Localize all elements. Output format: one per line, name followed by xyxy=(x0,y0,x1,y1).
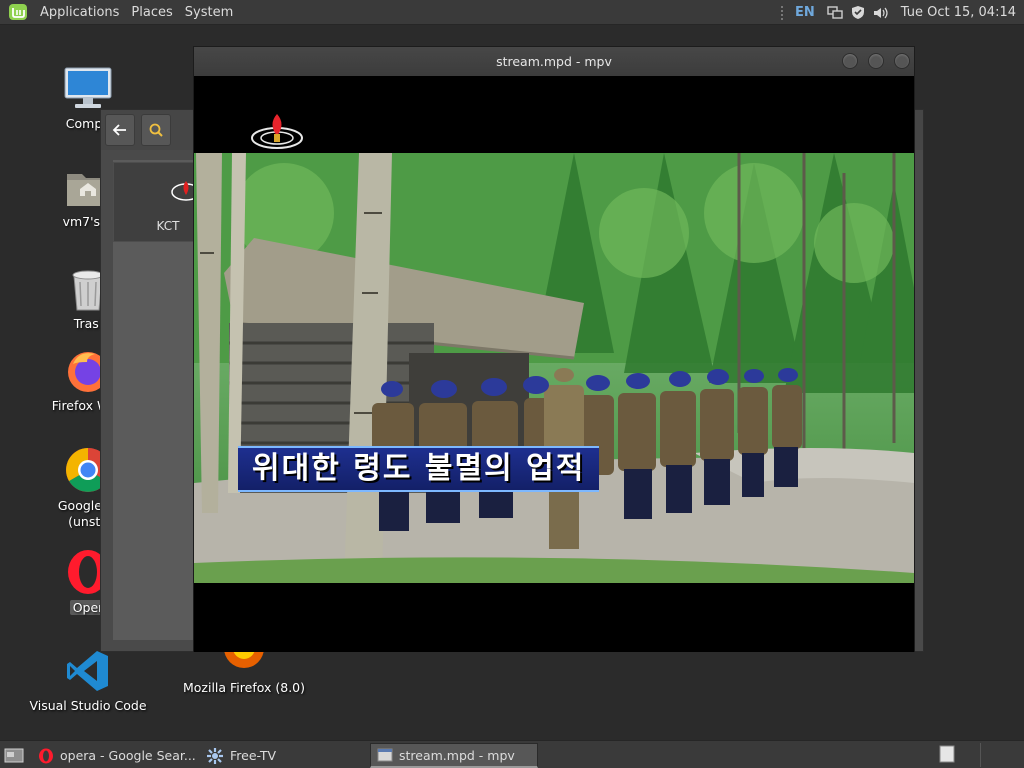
mpv-window-icon xyxy=(377,748,393,762)
linux-mint-menu-icon[interactable] xyxy=(8,3,28,21)
vscode-icon xyxy=(67,651,108,691)
clock[interactable]: Tue Oct 15, 04:14 xyxy=(901,5,1016,20)
tray-separator xyxy=(781,5,785,20)
back-button[interactable] xyxy=(105,114,135,146)
video-area[interactable]: 위대한 령도 불멸의 업적 xyxy=(194,76,914,652)
video-frame xyxy=(194,153,914,583)
bottom-taskbar: opera - Google Sear... Free-TV stream.mp… xyxy=(0,740,1024,768)
taskbar-item-mpv[interactable]: stream.mpd - mpv xyxy=(370,743,538,768)
window-controls xyxy=(832,53,910,69)
taskbar-item-opera[interactable]: opera - Google Sear... xyxy=(32,743,197,768)
top-panel: Applications Places System EN Tue Oct 15… xyxy=(0,0,1024,25)
free-tv-icon xyxy=(207,747,223,764)
workspace-switcher-icon[interactable] xyxy=(938,744,958,764)
channel-tile[interactable]: KCT xyxy=(113,162,203,242)
shield-icon[interactable] xyxy=(851,5,865,20)
channel-tile-label: KCT xyxy=(156,219,180,233)
opera-icon xyxy=(39,748,53,763)
network-icon[interactable] xyxy=(827,5,843,20)
workspace-slot[interactable] xyxy=(980,743,1020,767)
keyboard-layout-indicator[interactable]: EN xyxy=(795,5,815,20)
maximize-button[interactable] xyxy=(868,53,884,69)
volume-icon[interactable] xyxy=(873,6,889,20)
minimize-button[interactable] xyxy=(842,53,858,69)
taskbar-item-free-tv[interactable]: Free-TV xyxy=(200,743,368,768)
taskbar-item-label: stream.mpd - mpv xyxy=(399,747,515,763)
desktop-icon-label: Visual Studio Code xyxy=(29,698,147,713)
system-menu[interactable]: System xyxy=(179,5,239,20)
desktop-icon-vscode[interactable]: Visual Studio Code xyxy=(24,648,152,714)
arrow-left-icon xyxy=(112,124,126,136)
window-titlebar[interactable]: stream.mpd - mpv xyxy=(194,47,914,76)
taskbar-item-label: opera - Google Sear... xyxy=(60,748,196,763)
applications-menu[interactable]: Applications xyxy=(34,5,125,20)
show-desktop-icon[interactable] xyxy=(3,746,25,764)
kctv-logo-icon xyxy=(251,114,303,149)
desktop-icon-label: Mozilla Firefox (8.0) xyxy=(182,680,306,695)
window-title: stream.mpd - mpv xyxy=(496,54,612,69)
taskbar-item-label: Free-TV xyxy=(230,748,277,763)
system-tray: EN Tue Oct 15, 04:14 xyxy=(781,0,1024,25)
search-button[interactable] xyxy=(141,114,171,146)
close-button[interactable] xyxy=(894,53,910,69)
firefox-icon xyxy=(224,648,264,668)
search-icon xyxy=(149,123,163,137)
video-subtitle-banner: 위대한 령도 불멸의 업적 xyxy=(238,446,600,492)
desktop-icon-mozilla-firefox[interactable]: Mozilla Firefox (8.0) xyxy=(176,648,312,696)
mpv-window[interactable]: stream.mpd - mpv 위대한 령도 불멸의 업적 xyxy=(193,46,915,652)
computer-icon xyxy=(64,67,112,108)
places-menu[interactable]: Places xyxy=(125,5,178,20)
